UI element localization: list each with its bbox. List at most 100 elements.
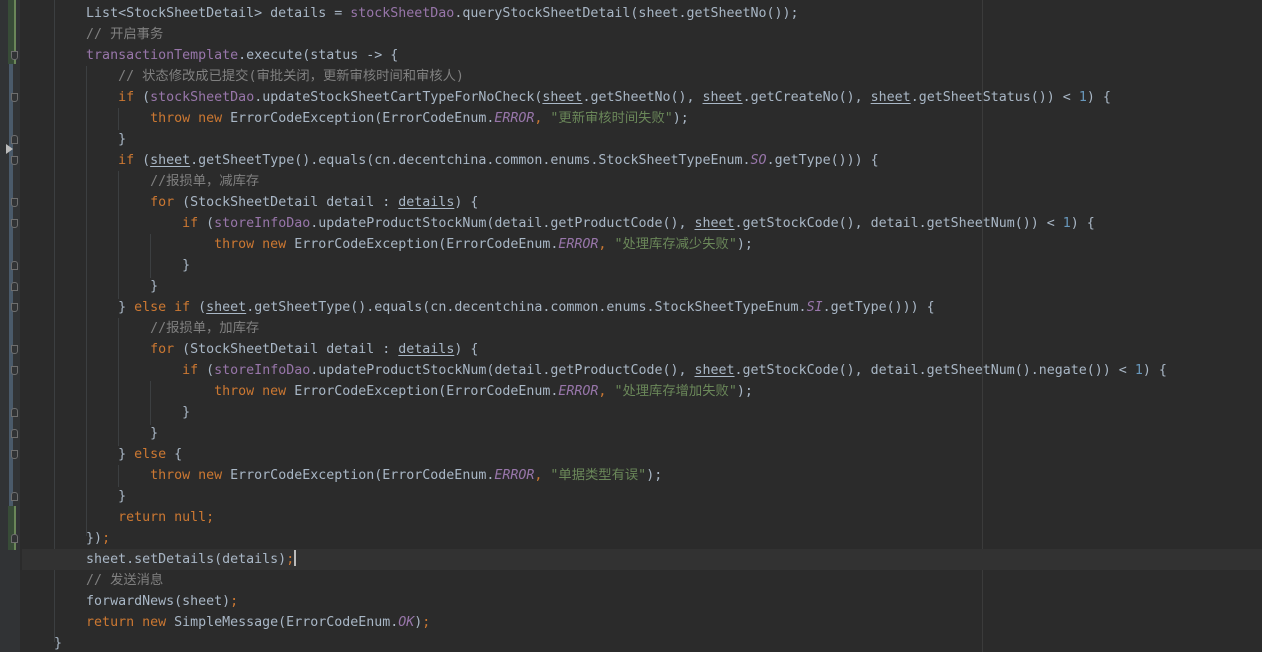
code-token: .getSheetType().equals(cn.decentchina.co… (246, 300, 807, 315)
code-area[interactable]: List<StockSheetDetail> details = stockSh… (22, 3, 1262, 652)
code-line[interactable]: if (storeInfoDao.updateProductStockNum(d… (22, 360, 1262, 381)
fold-toggle-icon[interactable] (11, 282, 18, 291)
code-token: ERROR (494, 111, 535, 126)
code-line[interactable]: } (22, 633, 1262, 652)
code-token: } (150, 279, 159, 294)
current-code-line[interactable]: sheet.setDetails(details); (22, 549, 1262, 570)
code-token: ( (206, 363, 215, 378)
code-token: } (182, 405, 191, 420)
fold-toggle-icon[interactable] (11, 219, 18, 228)
code-line[interactable]: //报损单，加库存 (22, 318, 1262, 339)
code-token: .getCreateNo(), (742, 90, 871, 105)
code-token: forwardNews(sheet) (86, 594, 231, 609)
code-token: ); (736, 237, 753, 252)
code-token: throw new (214, 384, 295, 399)
code-line[interactable]: if (storeInfoDao.updateProductStockNum(d… (22, 213, 1262, 234)
code-token: ; (286, 552, 295, 567)
code-token: 1 (1078, 90, 1087, 105)
fold-toggle-icon[interactable] (11, 261, 18, 270)
code-token: } (54, 636, 63, 651)
code-line[interactable]: return new SimpleMessage(ErrorCodeEnum.O… (22, 612, 1262, 633)
code-token: ErrorCodeException(ErrorCodeEnum. (294, 237, 559, 252)
code-line[interactable]: // 开启事务 (22, 24, 1262, 45)
code-line[interactable]: } (22, 402, 1262, 423)
fold-toggle-icon[interactable] (11, 303, 18, 312)
fold-toggle-icon[interactable] (11, 450, 18, 459)
fold-toggle-icon[interactable] (11, 345, 18, 354)
code-line[interactable]: throw new ErrorCodeException(ErrorCodeEn… (22, 465, 1262, 486)
code-line[interactable]: throw new ErrorCodeException(ErrorCodeEn… (22, 381, 1262, 402)
code-line[interactable]: forwardNews(sheet); (22, 591, 1262, 612)
code-line[interactable]: if (stockSheetDao.updateStockSheetCartTy… (22, 87, 1262, 108)
code-token: sheet (206, 300, 247, 315)
code-token: 1 (1134, 363, 1143, 378)
code-token: .getStockCode(), detail.getSheetNum().ne… (734, 363, 1135, 378)
code-token: } (118, 489, 127, 504)
code-token: .getSheetNo(), (582, 90, 703, 105)
code-line[interactable]: }); (22, 528, 1262, 549)
code-line[interactable]: // 发送消息 (22, 570, 1262, 591)
fold-toggle-icon[interactable] (11, 492, 18, 501)
code-token: sheet.setDetails(details) (86, 552, 287, 567)
code-token: OK (398, 615, 415, 630)
code-token: sheet (694, 363, 735, 378)
code-line[interactable]: for (StockSheetDetail detail : details) … (22, 339, 1262, 360)
fold-toggle-icon[interactable] (11, 51, 18, 60)
fold-toggle-icon[interactable] (11, 429, 18, 438)
code-line[interactable]: throw new ErrorCodeException(ErrorCodeEn… (22, 108, 1262, 129)
code-line[interactable]: } (22, 423, 1262, 444)
fold-toggle-icon[interactable] (11, 366, 18, 375)
code-line[interactable]: List<StockSheetDetail> details = stockSh… (22, 3, 1262, 24)
code-line[interactable]: } (22, 276, 1262, 297)
code-line[interactable]: for (StockSheetDetail detail : details) … (22, 192, 1262, 213)
fold-toggle-icon[interactable] (11, 534, 18, 543)
code-token: "处理库存减少失败" (614, 237, 737, 252)
code-token: sheet (694, 216, 735, 231)
code-line[interactable]: //报损单，减库存 (22, 171, 1262, 192)
fold-toggle-icon[interactable] (11, 135, 18, 144)
code-line[interactable]: } (22, 129, 1262, 150)
code-token: else if (134, 300, 199, 315)
code-token: ); (646, 468, 663, 483)
fold-toggle-icon[interactable] (11, 198, 18, 207)
code-token: , (598, 237, 615, 252)
breakpoint-arrow-icon[interactable] (6, 144, 13, 154)
fold-toggle-icon[interactable] (11, 156, 18, 165)
code-token: if (182, 363, 207, 378)
code-line[interactable]: throw new ErrorCodeException(ErrorCodeEn… (22, 234, 1262, 255)
code-line[interactable]: transactionTemplate.execute(status -> { (22, 45, 1262, 66)
code-line[interactable]: } (22, 255, 1262, 276)
code-token: ) { (1142, 363, 1167, 378)
code-line[interactable]: } else { (22, 444, 1262, 465)
code-token: { (174, 447, 183, 462)
code-line[interactable]: } (22, 486, 1262, 507)
editor-gutter[interactable] (0, 0, 20, 652)
code-line[interactable]: if (sheet.getSheetType().equals(cn.decen… (22, 150, 1262, 171)
code-line[interactable]: // 状态修改成已提交(审批关闭，更新审核时间和审核人) (22, 66, 1262, 87)
code-token: throw new (150, 111, 231, 126)
code-token: ERROR (558, 237, 599, 252)
code-token: ); (672, 111, 689, 126)
code-editor[interactable]: List<StockSheetDetail> details = stockSh… (0, 0, 1262, 652)
code-token: //报损单，减库存 (150, 174, 260, 189)
code-token: return null (118, 510, 207, 525)
code-token: "处理库存增加失败" (614, 384, 737, 399)
fold-toggle-icon[interactable] (11, 93, 18, 102)
code-token: throw new (150, 468, 231, 483)
code-line[interactable]: return null; (22, 507, 1262, 528)
code-token: else (134, 447, 175, 462)
fold-toggle-icon[interactable] (11, 408, 18, 417)
code-line[interactable]: } else if (sheet.getSheetType().equals(c… (22, 297, 1262, 318)
code-token: .updateProductStockNum(detail.getProduct… (310, 216, 695, 231)
